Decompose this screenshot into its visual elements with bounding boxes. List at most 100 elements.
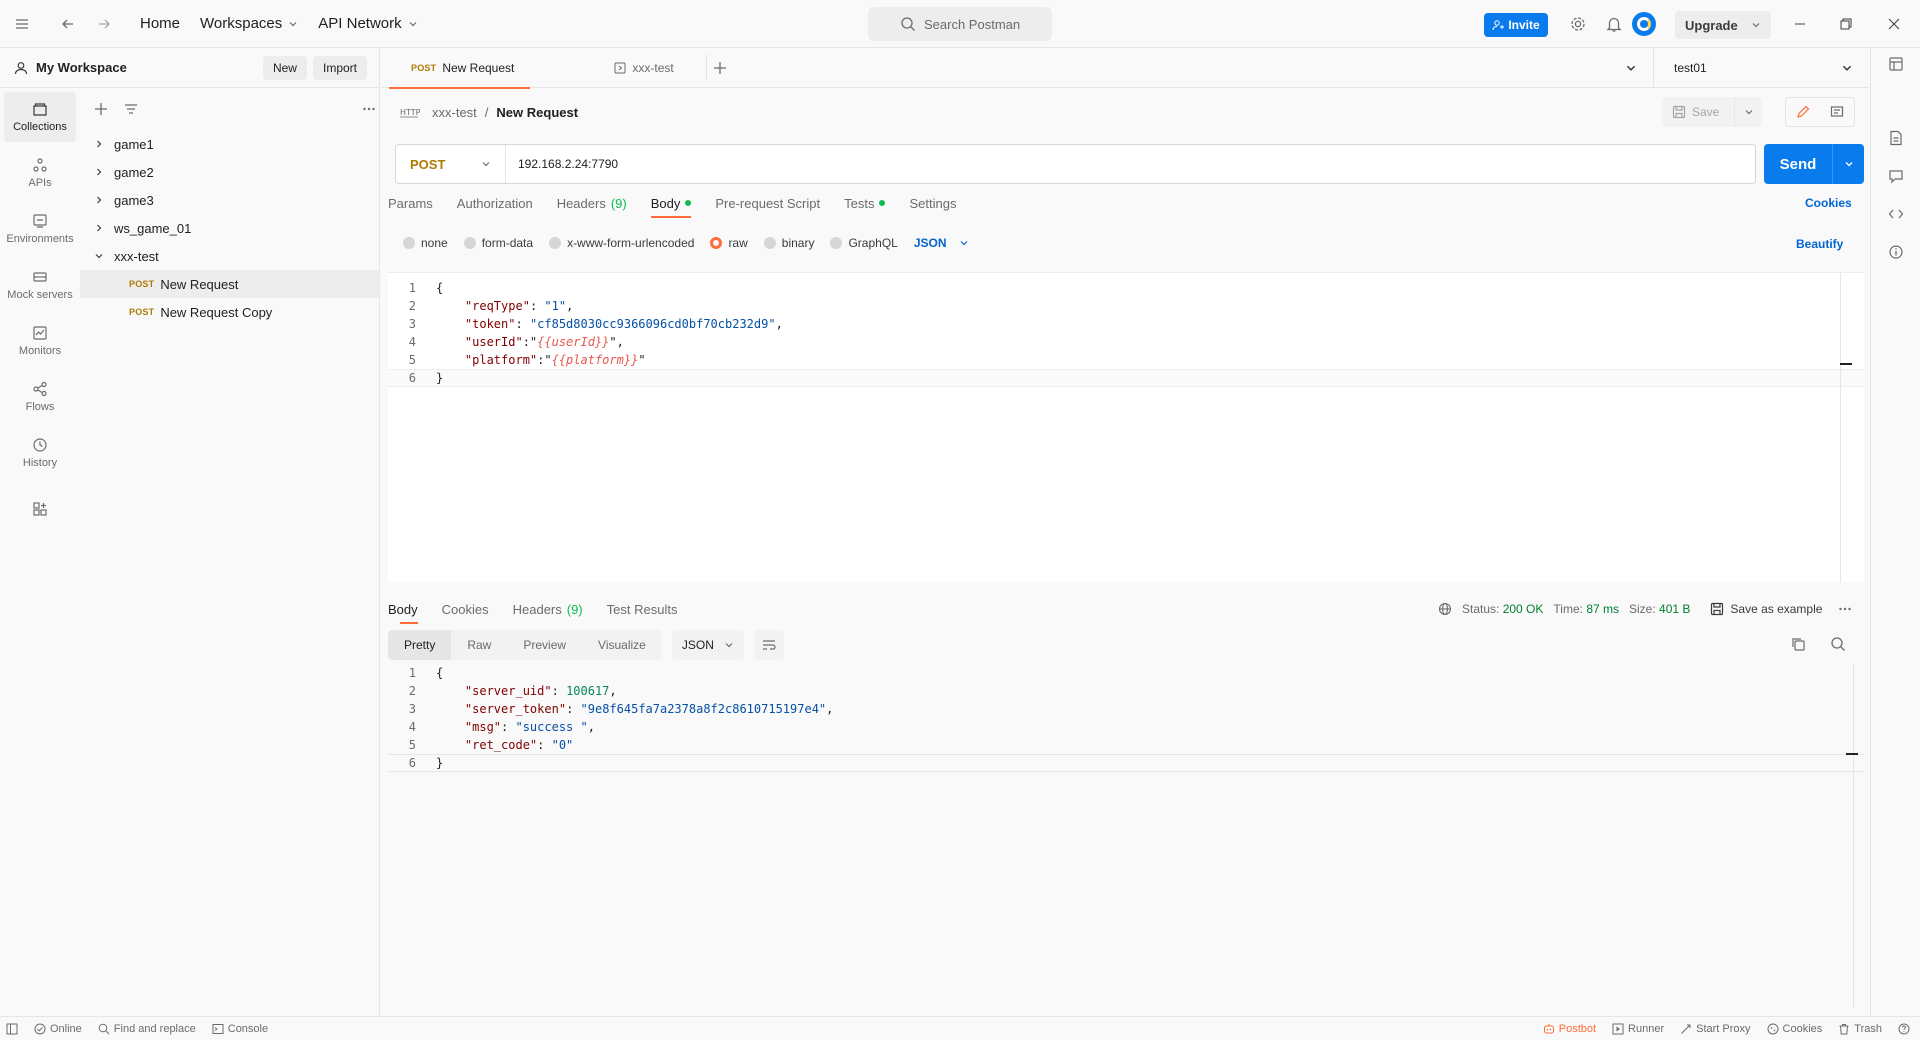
view-preview[interactable]: Preview bbox=[507, 630, 582, 660]
raw-format-select[interactable]: JSON bbox=[914, 236, 969, 250]
response-scrollbar-thumb[interactable] bbox=[1846, 753, 1858, 755]
search-icon[interactable] bbox=[1830, 636, 1846, 652]
wrap-lines-button[interactable] bbox=[753, 630, 784, 660]
tab-headers[interactable]: Headers (9) bbox=[545, 188, 639, 218]
view-visualize[interactable]: Visualize bbox=[582, 630, 662, 660]
toggle-sidebar-button[interactable] bbox=[0, 1023, 26, 1035]
avatar[interactable] bbox=[1632, 12, 1656, 36]
comments-icon[interactable] bbox=[1888, 168, 1904, 184]
response-tab-cookies[interactable]: Cookies bbox=[430, 594, 501, 624]
tab-tests[interactable]: Tests bbox=[832, 188, 897, 218]
home-link[interactable]: Home bbox=[130, 15, 190, 32]
comment-icon[interactable] bbox=[1830, 105, 1844, 119]
method-select[interactable]: POST bbox=[396, 145, 506, 183]
pencil-icon[interactable] bbox=[1796, 105, 1810, 119]
save-button[interactable]: Save bbox=[1662, 97, 1762, 127]
request-item-new-request-copy[interactable]: POST New Request Copy bbox=[80, 298, 379, 326]
copy-icon[interactable] bbox=[1790, 636, 1806, 652]
workspaces-menu[interactable]: Workspaces bbox=[190, 15, 308, 32]
collection-item-game1[interactable]: game1 bbox=[80, 130, 379, 158]
plus-icon[interactable] bbox=[94, 102, 108, 116]
radio-urlencoded[interactable]: x-www-form-urlencoded bbox=[549, 236, 694, 250]
tab-pre-request-script[interactable]: Pre-request Script bbox=[703, 188, 832, 218]
help-button[interactable] bbox=[1890, 1023, 1920, 1035]
tab-xxx-test[interactable]: xxx-test bbox=[538, 48, 697, 88]
time-info[interactable]: Time: 87 ms bbox=[1553, 602, 1619, 616]
rail-item-history[interactable]: History bbox=[4, 428, 76, 478]
environment-quick-look-icon[interactable] bbox=[1888, 56, 1904, 72]
rail-item-flows[interactable]: Flows bbox=[4, 372, 76, 422]
view-raw[interactable]: Raw bbox=[451, 630, 507, 660]
find-replace-button[interactable]: Find and replace bbox=[90, 1023, 204, 1035]
notification-bell-icon[interactable] bbox=[1596, 6, 1632, 42]
tab-params[interactable]: Params bbox=[388, 188, 445, 218]
invite-button[interactable]: Invite bbox=[1484, 13, 1548, 37]
response-format-select[interactable]: JSON bbox=[671, 630, 744, 660]
search-input[interactable]: Search Postman bbox=[868, 7, 1052, 41]
radio-graphql[interactable]: GraphQL bbox=[830, 236, 898, 250]
documentation-icon[interactable] bbox=[1888, 130, 1904, 146]
more-options-icon[interactable] bbox=[1838, 602, 1852, 616]
back-arrow-icon[interactable] bbox=[50, 6, 86, 42]
rail-item-environments[interactable]: Environments bbox=[4, 204, 76, 254]
import-button[interactable]: Import bbox=[312, 55, 367, 80]
cookies-link[interactable]: Cookies bbox=[1805, 196, 1852, 210]
radio-none[interactable]: none bbox=[403, 236, 448, 250]
minimize-window-icon[interactable] bbox=[1782, 6, 1818, 42]
settings-gear-icon[interactable] bbox=[1560, 6, 1596, 42]
runner-button[interactable]: Runner bbox=[1604, 1023, 1672, 1035]
breadcrumb-request[interactable]: New Request bbox=[496, 105, 578, 120]
code-icon[interactable] bbox=[1888, 206, 1904, 222]
new-tab-button[interactable] bbox=[705, 53, 734, 82]
beautify-button[interactable]: Beautify bbox=[1796, 237, 1843, 251]
url-input[interactable] bbox=[506, 145, 1755, 183]
rail-item-monitors[interactable]: Monitors bbox=[4, 316, 76, 366]
rail-item-mock-servers[interactable]: Mock servers bbox=[4, 260, 76, 310]
tab-body[interactable]: Body bbox=[639, 188, 704, 218]
environment-selector[interactable]: test01 bbox=[1653, 48, 1869, 88]
request-item-new-request[interactable]: POST New Request bbox=[80, 270, 379, 298]
collection-item-game3[interactable]: game3 bbox=[80, 186, 379, 214]
response-tab-test-results[interactable]: Test Results bbox=[595, 594, 690, 624]
save-as-example-button[interactable]: Save as example bbox=[1710, 602, 1822, 616]
radio-raw[interactable]: raw bbox=[710, 236, 748, 250]
radio-form-data[interactable]: form-data bbox=[463, 236, 533, 250]
collection-item-game2[interactable]: game2 bbox=[80, 158, 379, 186]
tab-new-request[interactable]: POST New Request bbox=[381, 48, 538, 89]
globe-icon[interactable] bbox=[1438, 602, 1452, 616]
filter-icon[interactable] bbox=[124, 102, 138, 116]
tab-authorization[interactable]: Authorization bbox=[445, 188, 545, 218]
rail-item-collections[interactable]: Collections bbox=[4, 92, 76, 142]
restore-window-icon[interactable] bbox=[1828, 6, 1864, 42]
breadcrumb-collection[interactable]: xxx-test bbox=[432, 105, 477, 120]
postbot-button[interactable]: Postbot bbox=[1535, 1023, 1604, 1035]
api-network-menu[interactable]: API Network bbox=[308, 15, 427, 32]
start-proxy-button[interactable]: Start Proxy bbox=[1672, 1023, 1758, 1035]
response-body-viewer[interactable]: 1{ 2 "server_uid": 100617, 3 "server_tok… bbox=[388, 664, 1864, 1008]
online-status[interactable]: Online bbox=[26, 1023, 90, 1035]
menu-icon[interactable] bbox=[4, 6, 40, 42]
more-options-icon[interactable] bbox=[362, 102, 376, 116]
send-button[interactable]: Send bbox=[1764, 144, 1864, 184]
close-window-icon[interactable] bbox=[1876, 6, 1912, 42]
save-dropdown[interactable] bbox=[1734, 97, 1762, 127]
status-info[interactable]: Status: 200 OK bbox=[1462, 602, 1543, 616]
response-tab-body[interactable]: Body bbox=[388, 594, 430, 624]
collection-item-ws-game-01[interactable]: ws_game_01 bbox=[80, 214, 379, 242]
rail-item-configure[interactable] bbox=[4, 484, 76, 534]
trash-button[interactable]: Trash bbox=[1830, 1023, 1890, 1035]
console-button[interactable]: Console bbox=[204, 1023, 276, 1035]
sidebar-search-input[interactable] bbox=[154, 97, 346, 121]
upgrade-button[interactable]: Upgrade bbox=[1675, 11, 1771, 39]
send-dropdown[interactable] bbox=[1832, 144, 1864, 184]
collection-item-xxx-test[interactable]: xxx-test bbox=[80, 242, 379, 270]
tabs-overflow-dropdown[interactable] bbox=[1625, 62, 1637, 74]
new-button[interactable]: New bbox=[262, 55, 307, 80]
request-body-editor[interactable]: 1{ 2 "reqType": "1", 3 "token": "cf85d80… bbox=[388, 272, 1864, 583]
info-icon[interactable] bbox=[1888, 244, 1904, 260]
cookies-button[interactable]: Cookies bbox=[1759, 1023, 1831, 1035]
size-info[interactable]: Size: 401 B bbox=[1629, 602, 1690, 616]
response-tab-headers[interactable]: Headers (9) bbox=[501, 594, 595, 624]
forward-arrow-icon[interactable] bbox=[86, 6, 122, 42]
tab-settings[interactable]: Settings bbox=[897, 188, 968, 218]
